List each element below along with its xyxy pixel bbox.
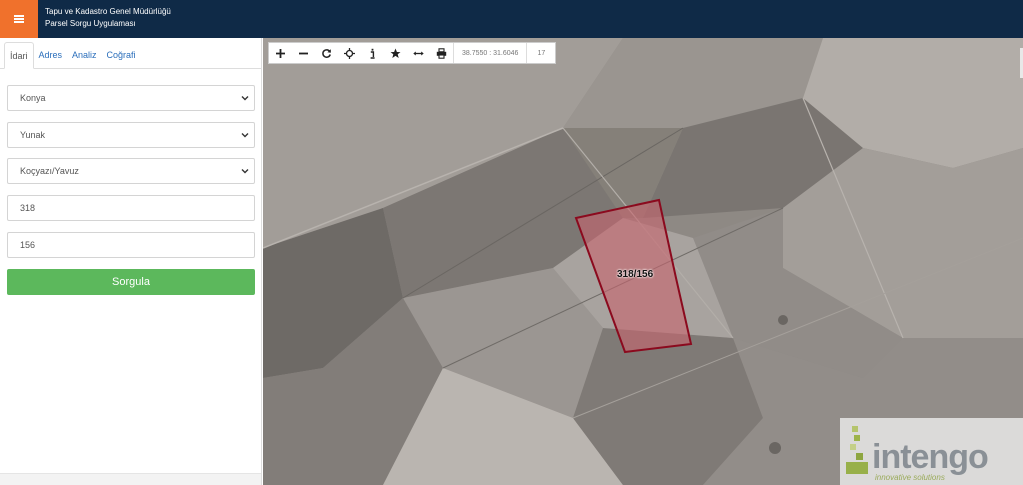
app-title-line1: Tapu ve Kadastro Genel Müdürlüğü [45,7,171,16]
minus-icon [299,52,308,54]
brand-logo: intengo innovative solutions [840,418,1023,485]
block-value: 318 [20,203,36,213]
chevron-down-icon [241,133,249,138]
tab-analiz[interactable]: Analiz [67,42,102,69]
chevron-down-icon [241,169,249,174]
district-value: Yunak [20,130,46,140]
plus-icon [276,48,285,58]
chevron-down-icon [241,96,249,101]
logo-wordmark: intengo [872,438,989,476]
info-icon [370,48,375,59]
refresh-icon [322,48,331,58]
logo-tagline: innovative solutions [875,473,945,482]
block-input[interactable]: 318 [7,195,255,221]
app-header: Tapu ve Kadastro Genel Müdürlüğü Parsel … [0,0,1023,38]
measure-icon [413,51,424,55]
query-sidebar: İdari Adres Analiz Coğrafi Konya Yunak K… [0,38,262,485]
menu-button[interactable] [0,0,38,38]
neighborhood-select[interactable]: Koçyazı/Yavuz [7,158,255,184]
parcel-value: 156 [20,240,36,250]
parcel-label: 318/156 [617,269,654,280]
app-title-line2: Parsel Sorgu Uygulaması [45,19,136,28]
district-select[interactable]: Yunak [7,122,255,148]
sidebar-footer [0,473,261,485]
province-select[interactable]: Konya [7,85,255,111]
measure-button[interactable] [407,43,430,63]
zoom-in-button[interactable] [269,43,292,63]
tab-adres[interactable]: Adres [34,42,68,69]
zoom-out-button[interactable] [292,43,315,63]
zoom-level: 17 [526,43,555,63]
map-view[interactable]: 38.7550 : 31.6046 17 318/156 intengo inn… [263,38,1023,485]
query-tabs: İdari Adres Analiz Coğrafi [0,38,262,69]
info-button[interactable] [361,43,384,63]
locate-button[interactable] [338,43,361,63]
province-value: Konya [20,93,46,103]
refresh-button[interactable] [315,43,338,63]
tab-idari[interactable]: İdari [4,42,34,69]
print-icon [436,47,447,59]
query-button[interactable]: Sorgula [7,269,255,295]
tab-cografi[interactable]: Coğrafi [102,42,141,69]
crosshair-icon [344,47,355,59]
coordinate-readout: 38.7550 : 31.6046 [453,43,526,63]
parcel-input[interactable]: 156 [7,232,255,258]
favorite-button[interactable] [384,43,407,63]
star-icon [390,48,401,58]
hamburger-icon [14,15,24,23]
neighborhood-value: Koçyazı/Yavuz [20,166,79,176]
print-button[interactable] [430,43,453,63]
logo-mark-icon [846,426,868,474]
map-toolbar: 38.7550 : 31.6046 17 [268,42,557,64]
app-title: Tapu ve Kadastro Genel Müdürlüğü Parsel … [45,6,171,30]
